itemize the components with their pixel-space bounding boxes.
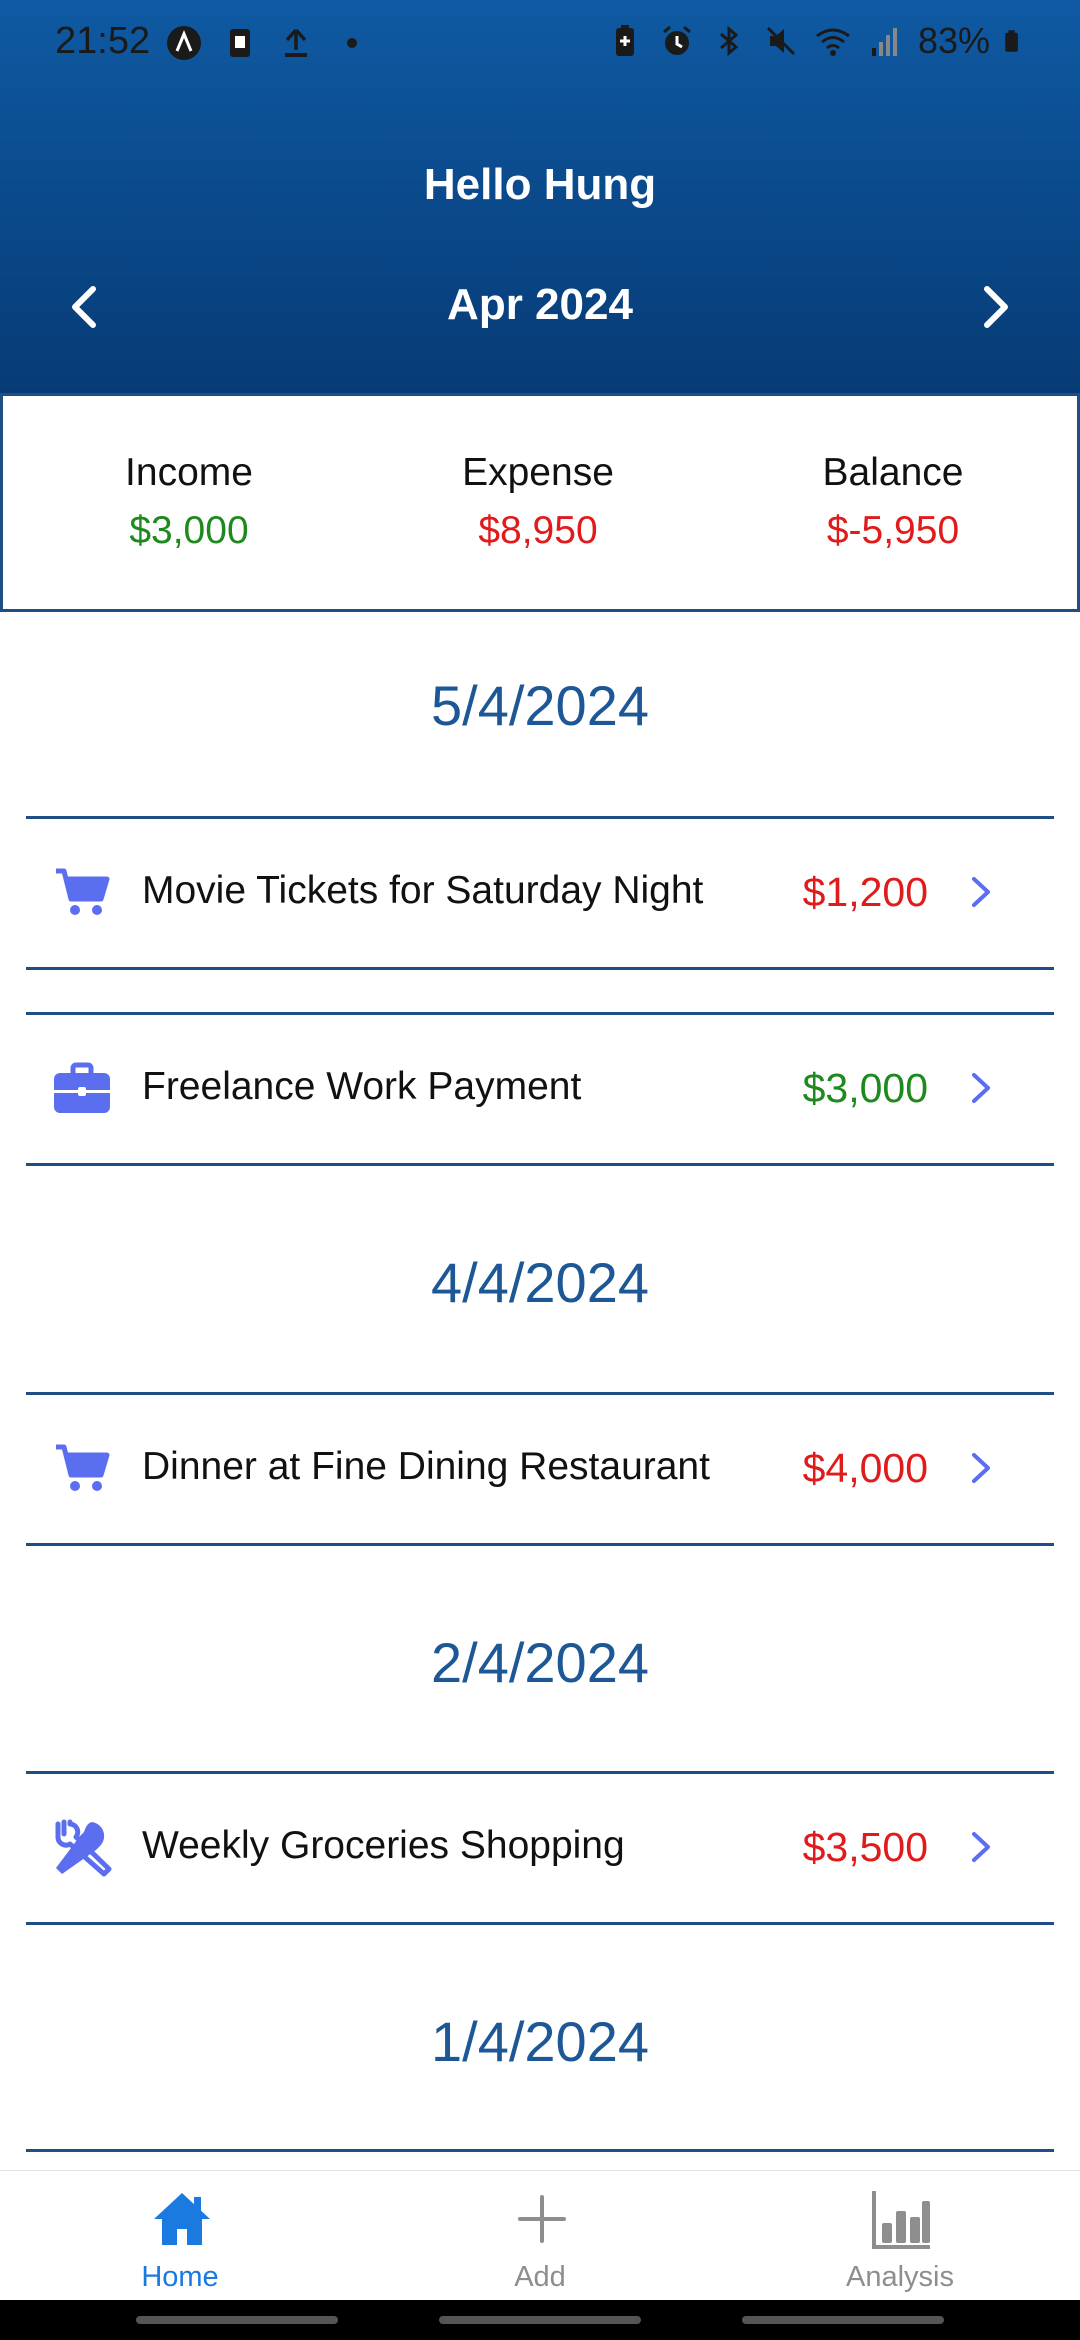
plus-icon: [518, 2195, 566, 2243]
status-right: 83%: [606, 20, 1028, 62]
chevron-right-icon: [972, 1832, 990, 1862]
chevron-right-icon: [972, 877, 990, 907]
cart-icon: [56, 1444, 110, 1491]
transaction-row[interactable]: Movie Tickets for Saturday Night $1,200: [26, 816, 1054, 970]
transaction-amount: $3,500: [802, 1824, 928, 1870]
battery-percent: 83%: [917, 20, 990, 61]
mute-icon: [766, 26, 795, 56]
upload-icon: [285, 28, 307, 57]
status-time: 21:52: [55, 20, 151, 62]
date-heading: 5/4/2024: [431, 674, 649, 737]
a-circle-icon: [167, 26, 201, 60]
transaction-title: Weekly Groceries Shopping: [142, 1824, 625, 1867]
date-heading: 1/4/2024: [431, 2010, 649, 2073]
bar-chart-icon: [872, 2191, 930, 2249]
income-value: $3,000: [129, 509, 249, 552]
transaction-amount: $1,200: [802, 869, 928, 915]
tab-analysis[interactable]: Analysis: [750, 2171, 1050, 2301]
alarm-icon: [662, 25, 691, 55]
income-summary: Income $3,000: [39, 451, 339, 553]
gesture-pill[interactable]: [439, 2316, 641, 2324]
tab-add[interactable]: Add: [390, 2171, 690, 2301]
expense-value: $8,950: [478, 509, 598, 552]
balance-summary: Balance $-5,950: [743, 451, 1043, 553]
system-gesture-bar: [0, 2300, 1080, 2340]
transaction-amount: $3,000: [802, 1065, 928, 1111]
signal-icon: [871, 28, 897, 56]
briefcase-icon: [54, 1062, 110, 1113]
dot-icon: [347, 38, 357, 48]
row-divider: [26, 2149, 1054, 2152]
home-icon: [154, 2193, 210, 2245]
tab-home[interactable]: Home: [30, 2171, 330, 2301]
date-heading: 4/4/2024: [431, 1251, 649, 1314]
transaction-title: Dinner at Fine Dining Restaurant: [142, 1445, 710, 1488]
utensils-icon: [55, 1819, 112, 1877]
battery-saver-icon: [615, 25, 634, 56]
transaction-row[interactable]: Weekly Groceries Shopping $3,500: [26, 1771, 1054, 1925]
sim-icon: [230, 29, 250, 57]
balance-label: Balance: [822, 451, 964, 494]
chevron-right-icon: [972, 1453, 990, 1483]
expense-label: Expense: [462, 451, 614, 494]
balance-value: $-5,950: [826, 509, 960, 552]
income-label: Income: [125, 451, 253, 494]
cart-icon: [56, 868, 110, 915]
gesture-pill[interactable]: [136, 2316, 338, 2324]
expense-summary: Expense $8,950: [388, 451, 688, 553]
tab-analysis-label: Analysis: [846, 2261, 954, 2293]
transaction-row[interactable]: Freelance Work Payment $3,000: [26, 1012, 1054, 1166]
tab-add-label: Add: [514, 2261, 566, 2293]
transaction-title: Freelance Work Payment: [142, 1065, 582, 1108]
transaction-row[interactable]: Dinner at Fine Dining Restaurant $4,000: [26, 1392, 1054, 1546]
bottom-navigation: Home Add Analysis: [0, 2170, 1080, 2300]
chevron-right-icon: [972, 1073, 990, 1103]
battery-icon: [1005, 30, 1018, 52]
greeting-title: Hello Hung: [423, 160, 657, 209]
chevron-right-icon[interactable]: [965, 277, 1025, 337]
status-left-icons: [165, 24, 371, 62]
tab-home-label: Home: [141, 2261, 219, 2293]
wifi-icon: [816, 28, 850, 56]
gesture-pill[interactable]: [742, 2316, 944, 2324]
status-bar: 21:52 83%: [0, 0, 1080, 86]
date-heading: 2/4/2024: [431, 1631, 649, 1694]
app-header: 21:52 83% Hello Hung Apr 2024: [0, 0, 1080, 393]
bluetooth-icon: [719, 25, 739, 57]
summary-card: Income $3,000 Expense $8,950 Balance $-5…: [0, 393, 1080, 612]
month-label: Apr 2024: [447, 280, 633, 329]
transaction-title: Movie Tickets for Saturday Night: [142, 869, 704, 912]
transaction-amount: $4,000: [802, 1445, 928, 1491]
